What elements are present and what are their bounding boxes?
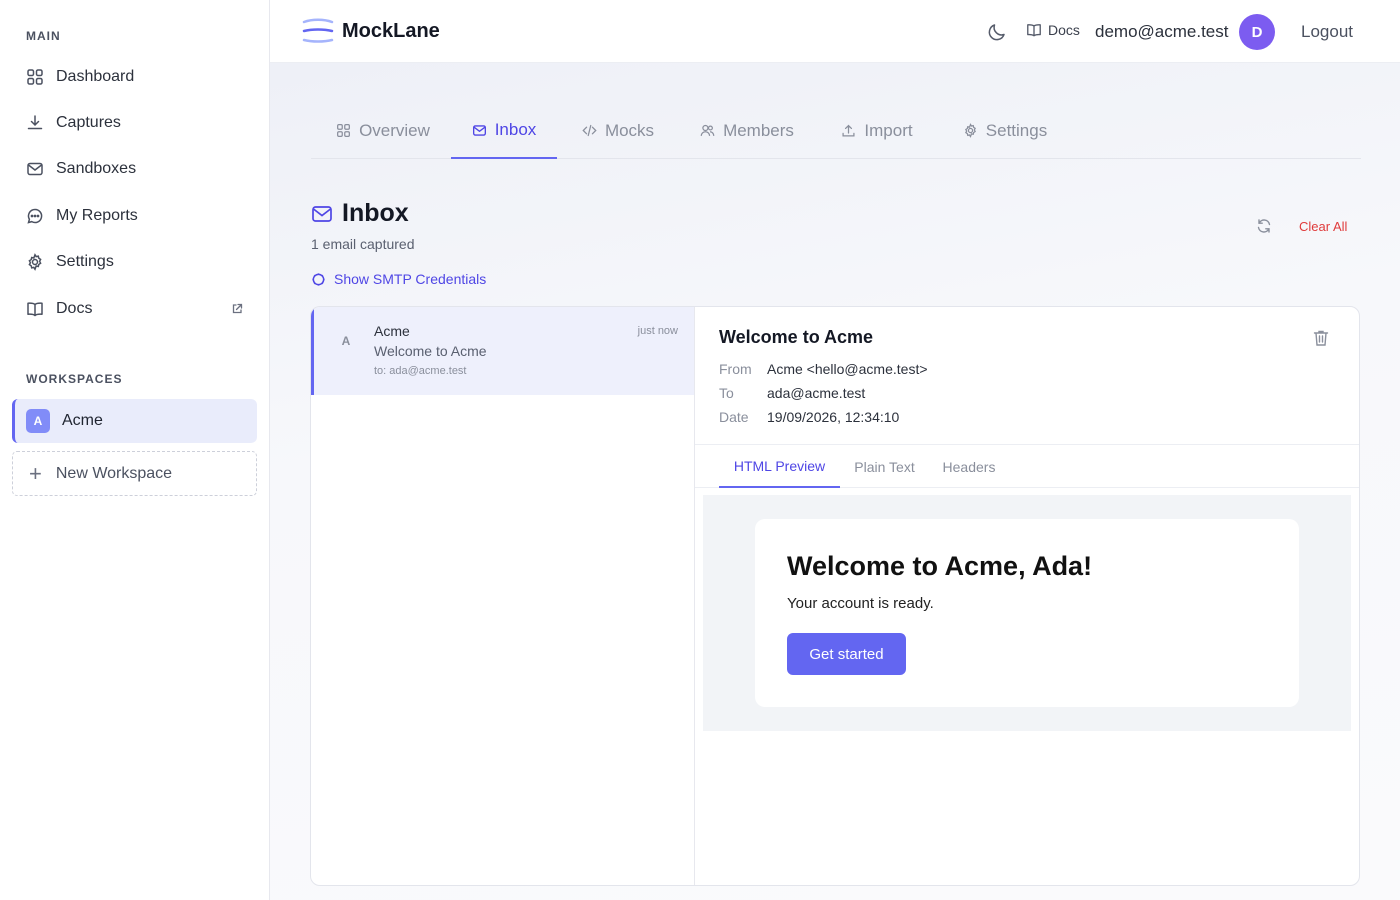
grid-icon xyxy=(337,124,351,137)
main-section-label: MAIN xyxy=(26,29,61,43)
show-smtp-credentials-toggle[interactable]: Show SMTP Credentials xyxy=(311,271,486,287)
sidebar-item-label: My Reports xyxy=(56,207,138,224)
book-icon xyxy=(1027,24,1041,37)
settings-icon xyxy=(312,272,325,286)
sidebar-item-docs[interactable]: Docs xyxy=(12,290,257,328)
html-preview-frame: Welcome to Acme, Ada! Your account is re… xyxy=(703,495,1351,731)
sidebar-item-settings[interactable]: Settings xyxy=(12,243,257,281)
chat-icon xyxy=(27,208,43,224)
smtp-toggle-label: Show SMTP Credentials xyxy=(334,271,487,287)
sidebar-item-label: Dashboard xyxy=(56,68,135,85)
docs-link[interactable]: Docs xyxy=(1026,22,1080,38)
brand[interactable]: MockLane xyxy=(302,17,440,45)
meta-value: ada@acme.test xyxy=(767,385,866,401)
workspace-item-acme[interactable]: A Acme xyxy=(12,399,257,443)
meta-value: Acme <hello@acme.test> xyxy=(767,361,928,377)
mail-icon xyxy=(312,205,332,222)
tab-settings[interactable]: Settings xyxy=(945,103,1065,158)
logout-button[interactable]: Logout xyxy=(1301,22,1353,42)
email-recipient: to: ada@acme.test xyxy=(374,365,467,377)
tab-inbox[interactable]: Inbox xyxy=(451,103,557,159)
brand-name: MockLane xyxy=(342,19,440,42)
tab-label: Inbox xyxy=(494,120,537,139)
avatar[interactable]: D xyxy=(1239,14,1275,50)
meta-from: From Acme <hello@acme.test> xyxy=(719,361,928,377)
sidebar-item-my-reports[interactable]: My Reports xyxy=(12,197,257,235)
sidebar-item-label: Docs xyxy=(56,300,93,317)
email-list: A Acme Welcome to Acme to: ada@acme.test… xyxy=(311,307,695,885)
workspace-label: Acme xyxy=(62,412,103,429)
plus-icon: + xyxy=(29,460,42,486)
external-link-icon xyxy=(232,303,243,314)
sidebar-item-label: Settings xyxy=(56,253,114,270)
user-email: demo@acme.test xyxy=(1095,22,1229,41)
meta-key: Date xyxy=(719,409,749,425)
moon-icon[interactable] xyxy=(986,21,1008,43)
tab-label: Members xyxy=(723,120,794,140)
email-timestamp: just now xyxy=(637,325,678,337)
tab-label: Overview xyxy=(359,120,430,140)
tab-label: Mocks xyxy=(604,120,655,140)
sidebar-item-captures[interactable]: Captures xyxy=(12,104,257,142)
sidebar-item-label: Sandboxes xyxy=(56,160,137,177)
list-item[interactable]: A Acme Welcome to Acme to: ada@acme.test… xyxy=(311,307,694,395)
page-title: Inbox xyxy=(311,199,409,228)
sidebar-item-label: Captures xyxy=(56,114,121,131)
users-icon xyxy=(700,124,715,136)
trash-icon[interactable] xyxy=(1313,329,1329,347)
inbox-panel: A Acme Welcome to Acme to: ada@acme.test… xyxy=(310,306,1360,886)
refresh-icon[interactable] xyxy=(1256,218,1272,234)
meta-key: From xyxy=(719,361,752,377)
email-detail: Welcome to Acme From Acme <hello@acme.te… xyxy=(695,307,1359,885)
email-subject: Welcome to Acme xyxy=(374,343,487,359)
sidebar: MAIN Dashboard Captures Sandboxes My Rep… xyxy=(0,0,270,900)
new-workspace-label: New Workspace xyxy=(55,464,173,482)
tab-label: Settings xyxy=(985,120,1048,140)
docs-label: Docs xyxy=(1048,22,1080,38)
meta-date: Date 19/09/2026, 12:34:10 xyxy=(719,409,899,425)
sidebar-item-dashboard[interactable]: Dashboard xyxy=(12,58,257,96)
workspace-tabs: Overview Inbox Mocks Members Import Sett… xyxy=(311,103,1361,159)
tab-label: Import xyxy=(864,120,913,140)
upload-icon xyxy=(842,124,855,137)
meta-key: To xyxy=(719,385,734,401)
tab-html-preview[interactable]: HTML Preview xyxy=(719,445,840,488)
mail-icon xyxy=(27,162,43,176)
detail-tabs: HTML Preview Plain Text Headers xyxy=(695,445,1359,488)
clear-all-button[interactable]: Clear All xyxy=(1299,219,1347,234)
email-heading: Welcome to Acme, Ada! xyxy=(787,551,1093,581)
logo-icon xyxy=(302,18,334,43)
sender-avatar: A xyxy=(332,327,360,355)
book-icon xyxy=(27,302,43,317)
tab-plain-text[interactable]: Plain Text xyxy=(848,445,921,488)
top-bar: MockLane Docs demo@acme.test D Logout xyxy=(270,0,1400,63)
email-card: Welcome to Acme, Ada! Your account is re… xyxy=(755,519,1299,707)
page-title-text: Inbox xyxy=(342,199,409,227)
workspace-badge: A xyxy=(26,409,50,433)
get-started-button[interactable]: Get started xyxy=(787,633,906,675)
meta-value: 19/09/2026, 12:34:10 xyxy=(767,409,900,425)
code-icon xyxy=(582,124,597,137)
workspaces-section-label: WORKSPACES xyxy=(26,372,123,386)
tab-overview[interactable]: Overview xyxy=(319,103,447,158)
detail-subject: Welcome to Acme xyxy=(719,327,874,347)
tab-import[interactable]: Import xyxy=(826,103,928,158)
email-sender: Acme xyxy=(374,323,410,339)
sidebar-item-sandboxes[interactable]: Sandboxes xyxy=(12,150,257,188)
email-body: Your account is ready. xyxy=(787,595,934,612)
email-count: 1 email captured xyxy=(311,236,415,252)
tab-mocks[interactable]: Mocks xyxy=(567,103,669,158)
new-workspace-button[interactable]: + New Workspace xyxy=(12,451,257,496)
gear-icon xyxy=(964,123,976,138)
mail-icon xyxy=(472,124,486,136)
tab-headers[interactable]: Headers xyxy=(935,445,1003,488)
download-icon xyxy=(27,115,43,130)
tab-members[interactable]: Members xyxy=(687,103,807,158)
meta-to: To ada@acme.test xyxy=(719,385,865,401)
gear-icon xyxy=(28,253,42,271)
grid-icon xyxy=(27,69,43,85)
